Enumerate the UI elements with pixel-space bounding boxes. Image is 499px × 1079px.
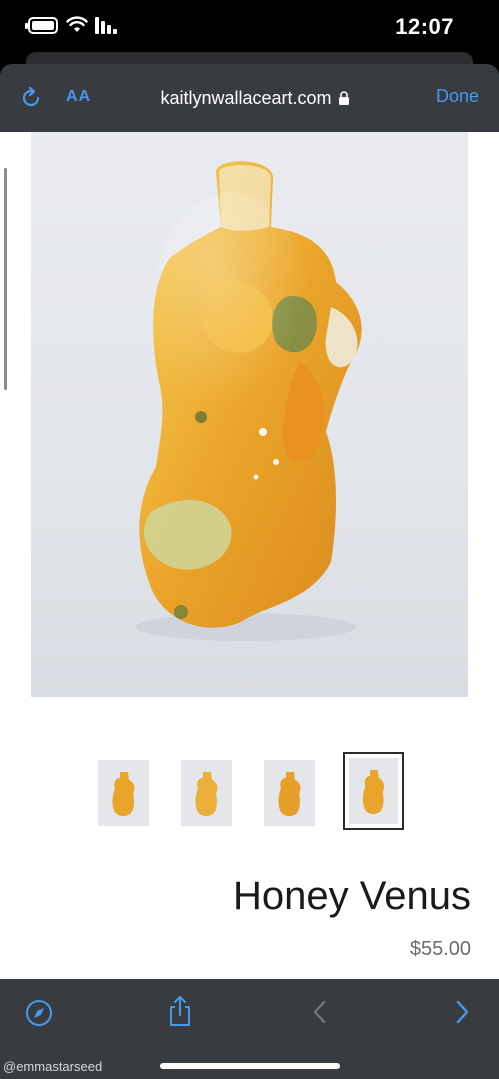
lock-icon [338,91,349,105]
thumbnail-image [112,772,135,817]
wifi-icon [66,16,88,32]
forward-icon[interactable] [452,999,472,1025]
status-bar: 12:07 [0,0,499,56]
product-image [31,132,468,697]
watermark: @emmastarseed [3,1059,103,1074]
share-icon[interactable] [166,995,194,1027]
thumbnail-image [278,772,301,817]
url-text: kaitlynwallaceart.com [160,87,332,108]
scroll-indicator[interactable] [4,168,7,390]
reload-icon[interactable] [20,86,44,110]
thumbnail-strip [0,752,499,832]
product-thumbnail-selected[interactable] [343,752,404,830]
done-button[interactable]: Done [436,86,479,107]
home-indicator[interactable] [160,1063,340,1069]
product-thumbnail[interactable] [181,760,232,826]
product-thumbnail[interactable] [98,760,149,826]
browser-toolbar: @emmastarseed [0,979,499,1079]
product-title: Honey Venus [233,874,471,918]
thumbnail-image [195,772,218,817]
product-thumbnail[interactable] [264,760,315,826]
product-price: $55.00 [409,938,471,960]
web-page[interactable]: Honey Venus $55.00 [0,132,499,979]
battery-icon [25,17,58,34]
thumbnail-image [362,770,384,815]
reader-text-size-button[interactable]: AA [66,88,91,106]
signal-icon [95,17,117,34]
back-icon[interactable] [310,999,330,1025]
compass-icon[interactable] [25,999,53,1027]
browser-header: AA kaitlynwallaceart.com Done [0,64,499,132]
status-time: 12:07 [395,14,454,39]
address-bar[interactable]: kaitlynwallaceart.com [125,86,385,110]
